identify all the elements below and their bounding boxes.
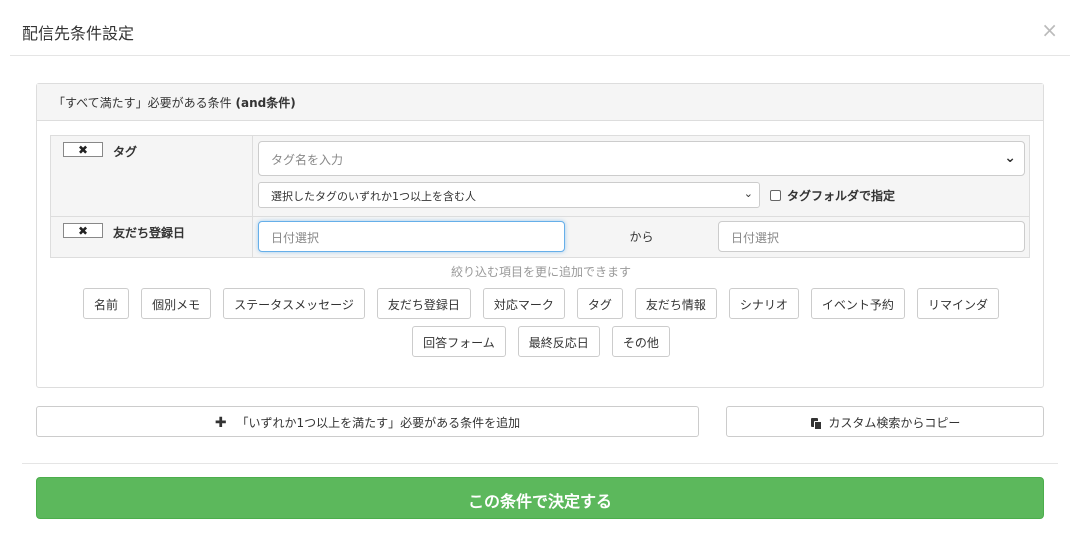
filter-chip-last-reaction[interactable]: 最終反応日 — [517, 326, 600, 357]
filter-chip-mark[interactable]: 対応マーク — [482, 288, 565, 319]
condition-label: タグ — [113, 145, 138, 159]
condition-label-cell: ✖ タグ — [51, 136, 253, 216]
footer-divider — [22, 463, 1058, 464]
condition-table: ✖ タグ タグ名を入力 ⌄ 選択したタグのいずれか1つ以上を含む人 ⌄ タグフォ… — [50, 135, 1030, 258]
tag-options-line: 選択したタグのいずれか1つ以上を含む人 ⌄ タグフォルダで指定 — [258, 182, 1025, 208]
remove-condition-button[interactable]: ✖ — [63, 223, 103, 238]
remove-condition-button[interactable]: ✖ — [63, 142, 103, 157]
tag-match-mode-select[interactable]: 選択したタグのいずれか1つ以上を含む人 ⌄ — [258, 182, 760, 208]
tag-name-placeholder: タグ名を入力 — [271, 153, 344, 167]
tag-match-mode-value: 選択したタグのいずれか1つ以上を含む人 — [271, 190, 476, 203]
condition-label: 友だち登録日 — [113, 226, 186, 240]
filter-chip-row-2: 回答フォーム 最終反応日 その他 — [37, 326, 1045, 357]
condition-row-tag: ✖ タグ タグ名を入力 ⌄ 選択したタグのいずれか1つ以上を含む人 ⌄ タグフォ… — [51, 136, 1029, 217]
filter-chip-form[interactable]: 回答フォーム — [412, 326, 506, 357]
filter-chip-friend-date[interactable]: 友だち登録日 — [376, 288, 471, 319]
condition-label-cell: ✖ 友だち登録日 — [51, 217, 253, 257]
copy-custom-search-label: カスタム検索からコピー — [828, 416, 961, 430]
tag-name-input[interactable]: タグ名を入力 ⌄ — [258, 141, 1025, 176]
end-date-input[interactable]: 日付選択 — [718, 221, 1025, 252]
add-filter-hint: 絞り込む項目を更に追加できます — [450, 265, 631, 279]
filter-chip-event[interactable]: イベント予約 — [810, 288, 905, 319]
filter-chip-name[interactable]: 名前 — [83, 288, 130, 319]
panel-heading-bold: (and条件) — [235, 96, 296, 110]
chevron-down-icon: ⌄ — [743, 187, 753, 200]
filter-chip-other[interactable]: その他 — [611, 326, 670, 357]
header-divider — [10, 55, 1070, 56]
modal-header: 配信先条件設定 × — [0, 0, 1080, 56]
condition-body: タグ名を入力 ⌄ 選択したタグのいずれか1つ以上を含む人 ⌄ タグフォルダで指定 — [253, 136, 1029, 216]
filter-chip-friend-info[interactable]: 友だち情報 — [634, 288, 717, 319]
filter-chip-reminder[interactable]: リマインダ — [916, 288, 999, 319]
submit-button[interactable]: この条件で決定する — [36, 477, 1044, 519]
tag-folder-checkbox[interactable] — [770, 189, 781, 201]
date-range-row: 日付選択 から 日付選択 — [258, 221, 1025, 252]
start-date-input[interactable]: 日付選択 — [258, 221, 565, 252]
condition-body: 日付選択 から 日付選択 — [253, 217, 1029, 257]
filter-chip-memo[interactable]: 個別メモ — [141, 288, 212, 319]
add-or-condition-button[interactable]: ✚ 「いずれか1つ以上を満たす」必要がある条件を追加 — [36, 406, 699, 437]
panel-heading: 「すべて満たす」必要がある条件 (and条件) — [37, 84, 1043, 121]
filter-chip-scenario[interactable]: シナリオ — [728, 288, 799, 319]
copy-icon — [810, 417, 822, 430]
and-conditions-panel: 「すべて満たす」必要がある条件 (and条件) ✖ タグ タグ名を入力 ⌄ 選択… — [36, 83, 1044, 388]
copy-custom-search-button[interactable]: カスタム検索からコピー — [726, 406, 1044, 437]
filter-chip-status-message[interactable]: ステータスメッセージ — [223, 288, 365, 319]
tag-folder-label[interactable]: タグフォルダで指定 — [787, 187, 895, 204]
modal-title: 配信先条件設定 — [22, 24, 135, 43]
panel-heading-text: 「すべて満たす」必要がある条件 — [53, 96, 232, 110]
close-icon[interactable]: × — [1041, 20, 1058, 40]
date-range-connector: から — [629, 230, 654, 244]
filter-chip-tag[interactable]: タグ — [576, 288, 623, 319]
add-or-condition-label: 「いずれか1つ以上を満たす」必要がある条件を追加 — [236, 416, 521, 430]
filter-chip-row-1: 名前 個別メモ ステータスメッセージ 友だち登録日 対応マーク タグ 友だち情報… — [37, 288, 1045, 319]
chevron-down-icon[interactable]: ⌄ — [1004, 150, 1016, 166]
condition-row-friend-date: ✖ 友だち登録日 日付選択 から 日付選択 — [51, 217, 1029, 257]
plus-icon: ✚ — [214, 415, 227, 431]
